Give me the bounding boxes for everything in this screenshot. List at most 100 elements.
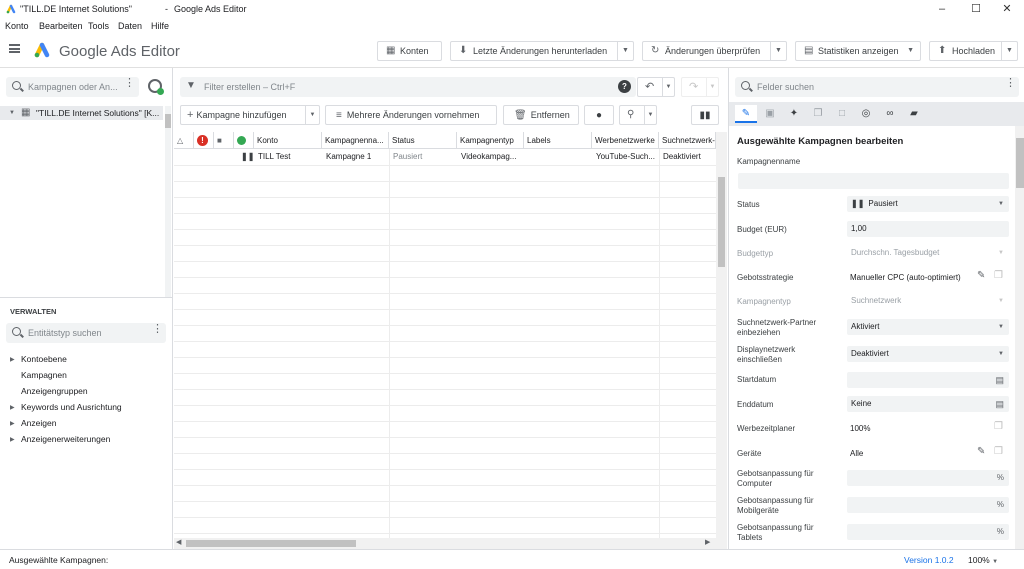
target-tab-icon[interactable]: ◎ [855, 105, 877, 123]
account-tree-item[interactable]: ▼ ▦ "TILL.DE Internet Solutions" [K... [0, 106, 163, 120]
calendar-icon[interactable]: ▤ [995, 396, 1004, 412]
end-date-input[interactable]: Keine ▤ [847, 396, 1009, 412]
more-options-icon[interactable]: ⋮ [1005, 78, 1016, 89]
column-header-suchnetzwerk[interactable]: Suchnetzwerk-... [659, 132, 716, 149]
grid-horizontal-scrollbar[interactable]: ◀ ▶ [174, 538, 727, 549]
copy-icon[interactable]: ❐ [994, 421, 1003, 432]
mobil-adjust-input[interactable]: % [847, 497, 1009, 513]
video-button[interactable]: ● [584, 105, 614, 125]
column-header-werbenetzwerke[interactable]: Werbenetzwerke [592, 132, 659, 149]
column-header-konto[interactable]: Konto [254, 132, 322, 149]
app-header: Google Ads Editor ▦ Konten ⬇ Letzte Ände… [0, 34, 1024, 68]
menu-konto[interactable]: Konto [5, 21, 29, 31]
undo-button[interactable]: ↶ ▼ [637, 77, 675, 97]
version-link[interactable]: Version 1.0.2 [904, 555, 954, 565]
pencil-icon[interactable]: ✎ [977, 446, 985, 457]
chevron-down-icon[interactable]: ▼ [305, 106, 319, 124]
check-changes-button[interactable]: ↻ Änderungen überprüfen ▼ [642, 41, 787, 61]
column-header-kampagnenname[interactable]: Kampagnenna... [322, 132, 389, 149]
copy-icon[interactable]: ❐ [994, 446, 1003, 457]
expand-triangle-icon[interactable]: ▶ [10, 420, 15, 427]
partner-select[interactable]: Aktiviert ▼ [847, 319, 1009, 335]
nav-anzeigengruppen[interactable]: Anzeigengruppen [21, 386, 88, 396]
warning-column-header[interactable]: △ [174, 132, 194, 149]
redo-button[interactable]: ↷ ▼ [681, 77, 719, 97]
minimize-button[interactable]: – [925, 0, 959, 18]
scrollbar-thumb[interactable] [186, 540, 356, 547]
tablet-adjust-input[interactable]: % [847, 524, 1009, 540]
budget-input[interactable]: 1,00 [847, 221, 1009, 237]
more-options-icon[interactable]: ⋮ [152, 324, 163, 335]
expand-triangle-icon[interactable]: ▶ [10, 436, 15, 443]
filter-input[interactable]: ▼ Filter erstellen – Ctrl+F ? [180, 77, 636, 97]
scrollbar-thumb[interactable] [1016, 138, 1024, 188]
maximize-button[interactable]: ☐ [959, 0, 993, 18]
nav-kontoebene[interactable]: Kontoebene [21, 354, 67, 364]
columns-button[interactable]: ▮▮ [691, 105, 719, 125]
status-select[interactable]: ❚❚ Pausiert ▼ [847, 196, 1009, 212]
scrollbar-thumb[interactable] [718, 177, 725, 267]
sync-status-icon[interactable] [148, 79, 164, 95]
hamburger-menu-icon[interactable] [9, 44, 20, 53]
remove-button[interactable]: 🗑 Entfernen [503, 105, 579, 125]
scroll-left-icon[interactable]: ◀ [176, 538, 181, 546]
display-select[interactable]: Deaktiviert ▼ [847, 346, 1009, 362]
menu-tools[interactable]: Tools [88, 21, 109, 31]
zoom-select[interactable]: 100% ▼ [968, 555, 998, 565]
link-tab-icon[interactable]: ∞ [879, 105, 901, 123]
copy-tab-icon[interactable]: ❐ [807, 105, 829, 123]
chevron-down-icon[interactable]: ▼ [770, 42, 786, 60]
comment-column-header[interactable]: ■ [214, 132, 234, 149]
menu-bearbeiten[interactable]: Bearbeiten [39, 21, 83, 31]
copy-icon[interactable]: ❐ [994, 270, 1003, 281]
nav-kampagnen[interactable]: Kampagnen [21, 370, 67, 380]
edit-pencil-tab-icon[interactable]: ✎ [735, 105, 757, 123]
start-date-input[interactable]: ▤ [847, 372, 1009, 388]
comment-tab-icon[interactable]: □ [831, 105, 853, 123]
collapse-triangle-icon[interactable]: ▼ [9, 110, 15, 116]
column-header-status[interactable]: Status [389, 132, 457, 149]
campaign-name-input[interactable] [738, 173, 1009, 189]
more-options-icon[interactable]: ⋮ [124, 78, 135, 89]
calendar-icon[interactable]: ▤ [995, 372, 1004, 388]
nav-anzeigen[interactable]: Anzeigen [21, 418, 56, 428]
tree-scrollbar[interactable] [165, 106, 171, 298]
magic-wand-tab-icon[interactable]: ✦ [783, 105, 805, 123]
statistics-button[interactable]: ▤ Statistiken anzeigen ▼ [795, 41, 921, 61]
multiple-changes-button[interactable]: ≡ Mehrere Änderungen vornehmen [325, 105, 497, 125]
menu-hilfe[interactable]: Hilfe [151, 21, 169, 31]
upload-button[interactable]: ⬆ Hochladen ▼ [929, 41, 1018, 61]
image-tab-icon[interactable]: ▣ [759, 105, 781, 123]
column-header-kampagnentyp[interactable]: Kampagnentyp [457, 132, 524, 149]
pencil-icon[interactable]: ✎ [977, 270, 985, 281]
nav-anzeigenerweiterungen[interactable]: Anzeigenerweiterungen [21, 434, 110, 444]
nav-keywords[interactable]: Keywords und Ausrichtung [21, 402, 122, 412]
field-search-input[interactable]: Felder suchen ⋮ [735, 77, 1019, 97]
expand-triangle-icon[interactable]: ▶ [10, 404, 15, 411]
campaign-search-input[interactable]: Kampagnen oder An... ⋮ [6, 77, 139, 97]
help-icon[interactable]: ? [618, 80, 631, 93]
error-column-header[interactable]: ! [194, 132, 214, 149]
label-tab-icon[interactable]: ▰ [903, 105, 925, 123]
manage-header: VERWALTEN [10, 307, 57, 316]
tablet-label: Gebotsanpassung für Tablets [737, 523, 814, 543]
entity-type-search-input[interactable]: Entitätstyp suchen ⋮ [6, 323, 166, 343]
computer-adjust-input[interactable]: % [847, 470, 1009, 486]
chevron-down-icon[interactable]: ▼ [662, 78, 674, 96]
grid-vertical-scrollbar[interactable] [716, 132, 727, 538]
menu-daten[interactable]: Daten [118, 21, 142, 31]
accounts-button[interactable]: ▦ Konten [377, 41, 442, 61]
add-campaign-button[interactable]: + Kampagne hinzufügen ▼ [180, 105, 320, 125]
search-replace-button[interactable]: ⚲ ▼ [619, 105, 657, 125]
scroll-right-icon[interactable]: ▶ [705, 538, 710, 546]
right-panel-scrollbar[interactable] [1015, 126, 1024, 549]
expand-triangle-icon[interactable]: ▶ [10, 356, 15, 363]
column-header-labels[interactable]: Labels [524, 132, 592, 149]
chevron-down-icon[interactable]: ▼ [644, 106, 656, 124]
close-button[interactable]: ✕ [990, 0, 1024, 18]
chevron-down-icon[interactable]: ▼ [706, 78, 718, 96]
chevron-down-icon[interactable]: ▼ [617, 42, 633, 60]
status-dot-column-header[interactable] [234, 132, 254, 149]
chevron-down-icon[interactable]: ▼ [1001, 42, 1017, 60]
download-changes-button[interactable]: ⬇ Letzte Änderungen herunterladen ▼ [450, 41, 634, 61]
